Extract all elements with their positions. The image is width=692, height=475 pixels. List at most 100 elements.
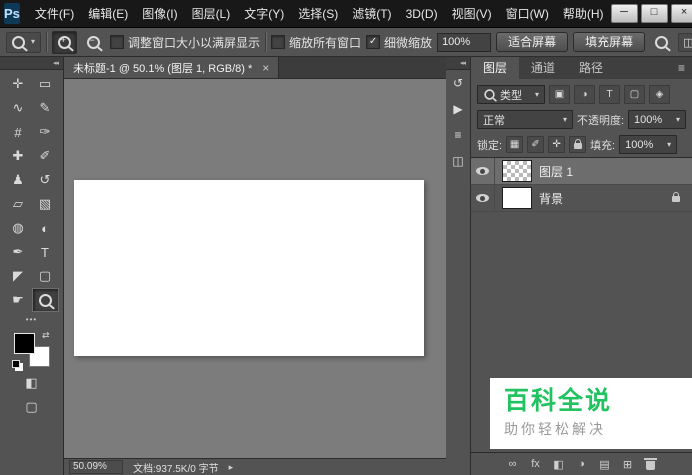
delete-layer-icon[interactable] — [644, 458, 657, 470]
menu-edit[interactable]: 编辑(E) — [81, 0, 135, 28]
menu-type[interactable]: 文字(Y) — [237, 0, 291, 28]
zoom-tool-preset[interactable]: ▾ — [6, 31, 42, 53]
path-selection-tool[interactable]: ◤ — [5, 264, 32, 288]
layer-thumbnail[interactable] — [502, 187, 532, 209]
close-button[interactable]: × — [670, 4, 692, 23]
status-zoom-field[interactable]: 50.09% — [69, 460, 123, 474]
zoom-tool-icon — [38, 293, 52, 307]
lock-all-icon[interactable] — [569, 136, 587, 153]
menu-filter[interactable]: 滤镜(T) — [345, 0, 398, 28]
checkbox-label: 缩放所有窗口 — [289, 35, 362, 50]
lock-transparent-pixels-icon[interactable]: ▦ — [506, 136, 524, 153]
menu-3d[interactable]: 3D(D) — [399, 0, 445, 28]
filter-type-layers-icon[interactable]: T — [599, 85, 620, 104]
tool-palette: ◂◂ ✛ ▭ ∿ ✎ # ✑ ✚ ✐ ♟ ↺ ▱ ▧ ◍ ◐ ✒ T ◤ ▢ ☛ — [0, 57, 64, 475]
filter-shape-layers-icon[interactable]: ▢ — [624, 85, 645, 104]
properties-panel-icon[interactable]: ≡ — [448, 125, 469, 145]
gradient-tool[interactable]: ▧ — [32, 192, 59, 216]
zoom-all-windows-checkbox[interactable]: 缩放所有窗口 — [271, 34, 361, 51]
search-button[interactable] — [650, 32, 673, 53]
type-tool[interactable]: T — [32, 240, 59, 264]
layer-thumbnail[interactable] — [502, 160, 532, 182]
blur-tool[interactable]: ◍ — [5, 216, 32, 240]
link-layers-icon[interactable]: ∞ — [507, 458, 519, 470]
default-colors-icon[interactable] — [11, 360, 20, 368]
actions-panel-icon[interactable]: ▶ — [448, 99, 469, 119]
resize-window-checkbox[interactable]: 调整窗口大小以满屏显示 — [110, 34, 260, 51]
menu-view[interactable]: 视图(V) — [445, 0, 499, 28]
fill-select[interactable]: 100% ▾ — [619, 135, 678, 154]
filter-kind-select[interactable]: 类型 ▾ — [477, 85, 545, 104]
lasso-tool[interactable]: ∿ — [5, 96, 32, 120]
brush-tool[interactable]: ✐ — [32, 144, 59, 168]
document-tab[interactable]: 未标题-1 @ 50.1% (图层 1, RGB/8) * × — [64, 57, 280, 78]
lock-image-pixels-icon[interactable]: ✐ — [527, 136, 545, 153]
layer-style-icon[interactable]: fx — [530, 458, 542, 470]
quick-mask-button[interactable]: ◧ — [18, 371, 45, 395]
zoom-in-button[interactable]: + — [52, 30, 78, 54]
eraser-tool[interactable]: ▱ — [5, 192, 32, 216]
menu-help[interactable]: 帮助(H) — [556, 0, 611, 28]
filter-kind-icon — [484, 89, 495, 100]
menu-layer[interactable]: 图层(L) — [185, 0, 238, 28]
tab-channels[interactable]: 通道 — [519, 57, 567, 79]
foreground-color-swatch[interactable] — [13, 333, 35, 354]
pen-tool[interactable]: ✒ — [5, 240, 32, 264]
close-tab-icon[interactable]: × — [262, 62, 269, 74]
lock-icon — [573, 139, 582, 149]
shape-tool[interactable]: ▢ — [32, 264, 59, 288]
info-panel-icon[interactable]: ◫ — [448, 151, 469, 171]
fit-screen-button[interactable]: 适合屏幕 — [496, 32, 569, 52]
menu-window[interactable]: 窗口(W) — [499, 0, 556, 28]
canvas-area[interactable] — [64, 79, 446, 458]
menu-file[interactable]: 文件(F) — [28, 0, 81, 28]
panel-tabs: 图层 通道 路径 ≡ — [471, 57, 692, 79]
filter-smart-objects-icon[interactable]: ◈ — [649, 85, 670, 104]
healing-brush-tool[interactable]: ✚ — [5, 144, 32, 168]
lock-position-icon[interactable]: ✛ — [548, 136, 566, 153]
filter-pixel-layers-icon[interactable]: ▣ — [549, 85, 570, 104]
fill-screen-button[interactable]: 填充屏幕 — [573, 32, 646, 52]
crop-tool[interactable]: # — [5, 120, 32, 144]
dodge-tool[interactable]: ◐ — [32, 216, 59, 240]
expand-panels-button[interactable]: ◂◂ — [446, 57, 470, 70]
zoom-tool[interactable] — [31, 288, 59, 312]
visibility-toggle[interactable] — [471, 158, 495, 184]
filter-adjustment-layers-icon[interactable]: ◑ — [574, 85, 595, 104]
tab-paths[interactable]: 路径 — [567, 57, 615, 79]
layer-row-background[interactable]: 背景 — [471, 185, 692, 212]
swap-colors-icon[interactable]: ⇄ — [42, 330, 50, 341]
new-adjustment-layer-icon[interactable]: ◑ — [576, 458, 588, 470]
maximize-button[interactable]: □ — [640, 4, 668, 23]
menu-image[interactable]: 图像(I) — [135, 0, 184, 28]
tab-layers[interactable]: 图层 — [471, 57, 520, 79]
menu-select[interactable]: 选择(S) — [291, 0, 345, 28]
hand-tool[interactable]: ☛ — [5, 288, 32, 312]
layers-panel-footer: ∞ fx ◧ ◑ ▤ ⊞ — [471, 452, 692, 475]
layer-row-layer-1[interactable]: 图层 1 — [471, 158, 692, 185]
panel-menu-icon[interactable]: ≡ — [671, 57, 692, 79]
add-layer-mask-icon[interactable]: ◧ — [553, 458, 565, 471]
blend-mode-select[interactable]: 正常 ▾ — [477, 110, 573, 129]
history-panel-icon[interactable]: ↺ — [448, 73, 469, 93]
status-menu-arrow[interactable]: ▸ — [229, 462, 234, 473]
zoom-out-button[interactable]: − — [82, 32, 105, 53]
clone-stamp-tool[interactable]: ♟ — [5, 168, 32, 192]
opacity-select[interactable]: 100% ▾ — [628, 110, 686, 129]
move-tool[interactable]: ✛ — [5, 72, 32, 96]
minimize-button[interactable]: ─ — [610, 4, 638, 23]
zoom-level-input[interactable] — [437, 32, 492, 52]
workspace-switcher[interactable]: ◫ ▾ — [678, 32, 692, 52]
new-group-icon[interactable]: ▤ — [599, 458, 611, 471]
new-layer-icon[interactable]: ⊞ — [622, 458, 634, 471]
screen-mode-button[interactable]: ▢ — [18, 395, 45, 419]
marquee-tool[interactable]: ▭ — [32, 72, 59, 96]
quick-selection-tool[interactable]: ✎ — [32, 96, 59, 120]
collapse-tools-button[interactable]: ◂◂ — [0, 57, 63, 70]
history-brush-tool[interactable]: ↺ — [32, 168, 59, 192]
eyedropper-tool[interactable]: ✑ — [32, 120, 59, 144]
more-tools-dots[interactable]: ••• — [26, 315, 37, 324]
visibility-toggle[interactable] — [471, 185, 495, 211]
canvas[interactable] — [74, 180, 424, 356]
scrubby-zoom-checkbox[interactable]: ✓ 细微缩放 — [366, 34, 432, 51]
